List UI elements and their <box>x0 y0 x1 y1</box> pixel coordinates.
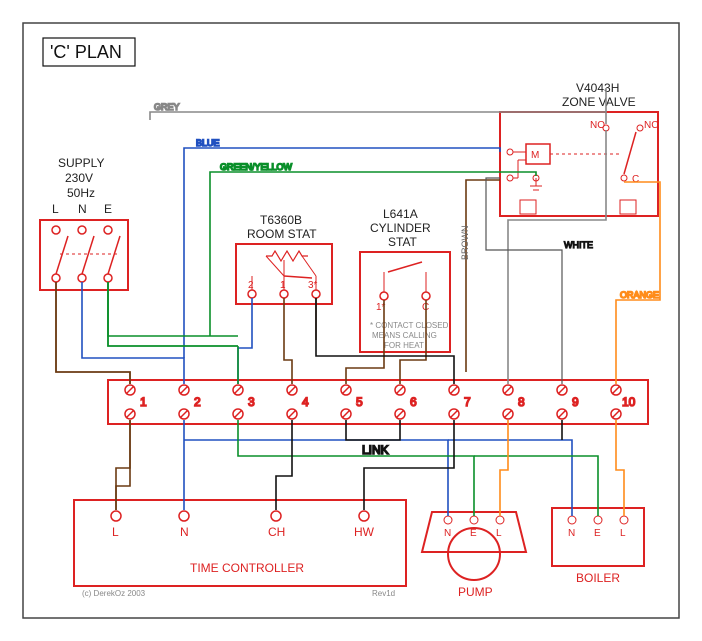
supply-voltage: 230V <box>65 171 93 185</box>
supply-pin-N: N <box>78 202 87 216</box>
svg-text:N: N <box>444 528 451 539</box>
copyright: (c) DerekOz 2003 <box>82 589 146 598</box>
supply-label: SUPPLY <box>58 156 104 170</box>
zone-valve: M NO NC C <box>500 112 658 216</box>
svg-text:10: 10 <box>622 395 636 409</box>
svg-text:E: E <box>594 528 601 539</box>
svg-text:LINK: LINK <box>362 443 389 457</box>
wire-white: WHITE <box>486 178 593 384</box>
zv-t1: V4043H <box>576 81 619 95</box>
svg-text:CH: CH <box>268 525 285 539</box>
svg-text:L: L <box>112 525 119 539</box>
pump: N E L PUMP <box>422 512 526 599</box>
svg-text:BROWN: BROWN <box>460 226 470 261</box>
svg-text:4: 4 <box>302 395 309 409</box>
svg-text:FOR HEAT: FOR HEAT <box>384 341 424 350</box>
wiring-diagram: 'C' PLAN SUPPLY 230V 50Hz L N E T6360B R… <box>0 0 702 641</box>
svg-text:BLUE: BLUE <box>196 138 220 148</box>
svg-text:M: M <box>531 150 539 161</box>
svg-text:1: 1 <box>280 280 286 291</box>
terminal-strip <box>108 380 648 424</box>
svg-text:L: L <box>620 528 626 539</box>
svg-text:2: 2 <box>248 280 254 291</box>
supply-top-E <box>104 226 112 234</box>
svg-text:3: 3 <box>248 395 255 409</box>
supply-switch <box>40 220 128 290</box>
terminal-cells: 1 2 3 4 5 6 7 <box>125 385 636 419</box>
svg-text:C: C <box>632 174 639 185</box>
svg-text:GREEN/YELLOW: GREEN/YELLOW <box>220 162 293 172</box>
svg-text:L: L <box>496 528 502 539</box>
tc-title: TIME CONTROLLER <box>190 561 304 575</box>
svg-text:PUMP: PUMP <box>458 585 493 599</box>
revision: Rev1d <box>372 589 395 598</box>
svg-text:NO: NO <box>590 120 605 131</box>
time-controller: L N CH HW TIME CONTROLLER <box>74 500 406 586</box>
svg-text:5: 5 <box>356 395 363 409</box>
svg-text:N: N <box>568 528 575 539</box>
wire-orange: ORANGE <box>500 182 660 516</box>
supply-pin-E: E <box>104 202 112 216</box>
svg-text:ORANGE: ORANGE <box>620 290 659 300</box>
svg-text:8: 8 <box>518 395 525 409</box>
roomstat-title1: T6360B <box>260 213 302 227</box>
wire-blue: BLUE <box>82 138 572 516</box>
wires: BLUE GREEN/YELLOW GREY <box>56 88 660 516</box>
zv-t2: ZONE VALVE <box>562 95 636 109</box>
svg-text:* CONTACT CLOSED: * CONTACT CLOSED <box>370 321 449 330</box>
svg-text:1: 1 <box>140 395 147 409</box>
svg-text:BOILER: BOILER <box>576 571 620 585</box>
boiler: N E L BOILER <box>552 508 644 585</box>
cylstat-t1: L641A <box>383 207 418 221</box>
svg-text:7: 7 <box>464 395 471 409</box>
svg-text:HW: HW <box>354 525 375 539</box>
supply-pin-L: L <box>52 202 59 216</box>
svg-text:9: 9 <box>572 395 579 409</box>
svg-text:WHITE: WHITE <box>564 240 593 250</box>
diagram-title: 'C' PLAN <box>50 42 122 62</box>
svg-text:NC: NC <box>644 120 658 131</box>
svg-text:GREY: GREY <box>154 102 180 112</box>
svg-text:3*: 3* <box>308 280 318 291</box>
cylstat-t3: STAT <box>388 235 418 249</box>
svg-text:N: N <box>180 525 189 539</box>
svg-text:MEANS CALLING: MEANS CALLING <box>372 331 437 340</box>
link-wire: LINK <box>346 420 400 457</box>
room-stat: 2 1 3* <box>236 244 332 304</box>
cylinder-stat: 1* C * CONTACT CLOSED MEANS CALLING FOR … <box>360 252 450 352</box>
cylstat-t2: CYLINDER <box>370 221 431 235</box>
svg-text:E: E <box>470 528 477 539</box>
roomstat-title2: ROOM STAT <box>247 227 317 241</box>
svg-text:6: 6 <box>410 395 417 409</box>
supply-top-L <box>52 226 60 234</box>
svg-text:2: 2 <box>194 395 201 409</box>
supply-freq: 50Hz <box>67 186 95 200</box>
supply-top-N <box>78 226 86 234</box>
